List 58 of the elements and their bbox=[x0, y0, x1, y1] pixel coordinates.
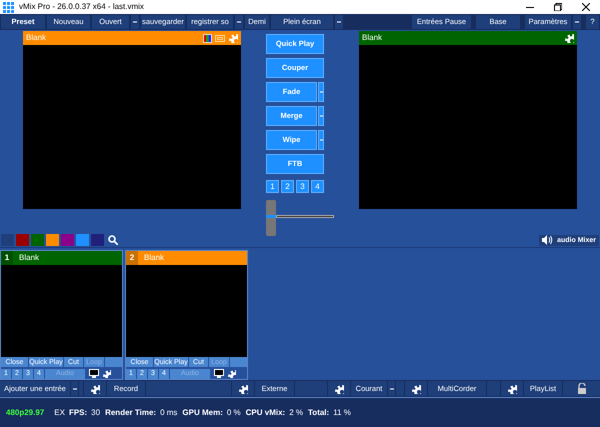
status-value: 30 bbox=[91, 408, 100, 416]
color-swatch[interactable] bbox=[1, 234, 14, 246]
status-value: 0 % bbox=[226, 408, 241, 416]
number-button[interactable]: 4 bbox=[311, 180, 324, 193]
status-value: 2 % bbox=[289, 408, 304, 416]
color-swatch[interactable] bbox=[16, 234, 29, 246]
settings-icon[interactable] bbox=[564, 33, 574, 43]
window-title: vMix Pro - 26.0.0.37 x64 - last.vmix bbox=[19, 3, 144, 11]
status-label: Render Time: bbox=[105, 408, 156, 416]
number-button[interactable]: 2 bbox=[281, 180, 294, 193]
monitor-icon[interactable] bbox=[89, 369, 99, 378]
settings-icon[interactable] bbox=[227, 369, 236, 378]
settings-icon[interactable] bbox=[238, 384, 248, 394]
dropdown-button[interactable] bbox=[388, 381, 395, 396]
status-value: 11 % bbox=[333, 408, 351, 416]
status-label: Total: bbox=[308, 408, 330, 416]
settings-icon[interactable] bbox=[411, 384, 421, 394]
settings-icon[interactable] bbox=[334, 384, 344, 394]
settings-button[interactable] bbox=[232, 381, 254, 396]
tbar-lever bbox=[276, 215, 334, 218]
color-swatch[interactable] bbox=[46, 234, 59, 246]
speaker-icon[interactable] bbox=[542, 235, 554, 245]
monitor-icon[interactable] bbox=[214, 369, 224, 378]
input-title: Blank bbox=[144, 254, 164, 262]
panel-title: Blank bbox=[362, 34, 382, 42]
tbar-track[interactable] bbox=[266, 200, 276, 236]
status-label: GPU Mem: bbox=[182, 408, 223, 416]
lock-icon[interactable] bbox=[576, 383, 586, 394]
settings-button[interactable] bbox=[501, 381, 523, 396]
app-icon bbox=[3, 2, 14, 12]
color-swatch[interactable] bbox=[31, 234, 44, 246]
search-icon[interactable] bbox=[108, 235, 118, 245]
settings-icon[interactable] bbox=[90, 384, 100, 394]
color-swatch[interactable] bbox=[91, 234, 104, 246]
color-swatch[interactable] bbox=[61, 234, 74, 246]
restore-icon[interactable] bbox=[554, 3, 562, 11]
status-value: 0 ms bbox=[160, 408, 178, 416]
input-number: 1 bbox=[1, 251, 13, 265]
settings-button[interactable] bbox=[84, 381, 106, 396]
settings-button[interactable] bbox=[405, 381, 427, 396]
dropdown-button[interactable] bbox=[71, 381, 78, 396]
panel-title: Blank bbox=[26, 34, 46, 42]
lock-button[interactable] bbox=[563, 381, 600, 396]
video-format: 480p29.97 bbox=[6, 408, 44, 416]
status-label: FPS: bbox=[68, 408, 88, 416]
close-icon[interactable] bbox=[582, 3, 590, 11]
input-number: 2 bbox=[126, 251, 138, 265]
status-text: EX bbox=[54, 408, 65, 416]
color-swatch[interactable] bbox=[76, 234, 89, 246]
number-button[interactable]: 3 bbox=[296, 180, 309, 193]
tbar-handle[interactable] bbox=[266, 215, 276, 218]
settings-icon[interactable] bbox=[102, 369, 111, 378]
color-bars-icon[interactable] bbox=[203, 34, 212, 42]
status-label: CPU vMix: bbox=[246, 408, 286, 416]
input-title: Blank bbox=[19, 254, 40, 262]
number-button[interactable]: 1 bbox=[266, 180, 279, 193]
settings-button[interactable] bbox=[328, 381, 350, 396]
settings-icon[interactable] bbox=[507, 384, 517, 394]
